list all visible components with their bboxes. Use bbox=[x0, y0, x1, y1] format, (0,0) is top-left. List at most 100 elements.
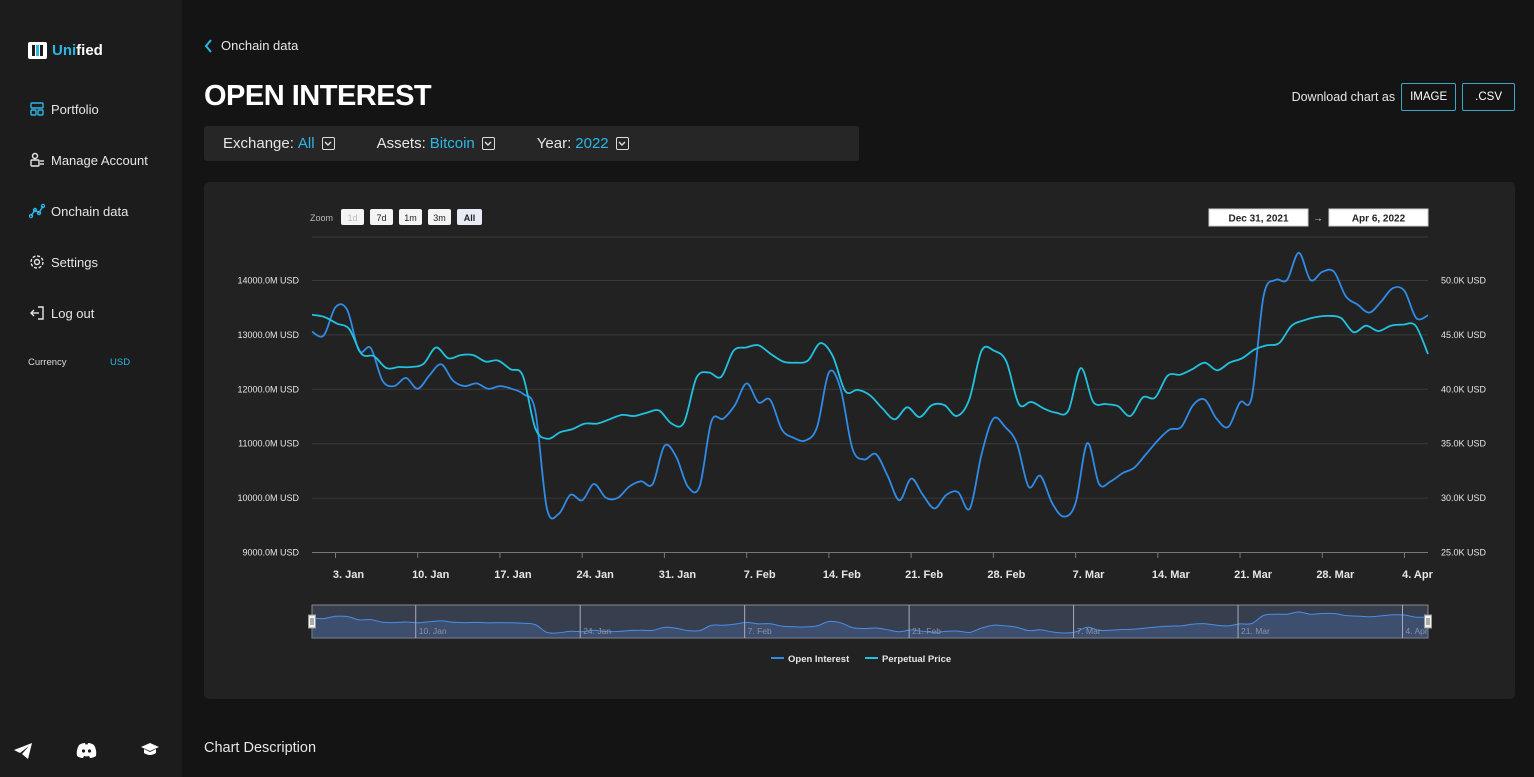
legend-item-perpetual-price[interactable]: Perpetual Price bbox=[865, 654, 951, 665]
year-filter[interactable]: Year: 2022 bbox=[537, 135, 629, 152]
x-tick-label: 3. Jan bbox=[333, 569, 364, 581]
x-tick-label: 10. Jan bbox=[412, 569, 450, 581]
sidebar-item-label: Portfolio bbox=[51, 101, 99, 117]
assets-filter-value: Bitcoin bbox=[429, 135, 475, 152]
sidebar-item-label: Manage Account bbox=[51, 152, 148, 168]
x-tick-label: 17. Jan bbox=[494, 569, 532, 581]
y-right-tick-label: 40.0K USD bbox=[1441, 384, 1487, 394]
x-tick-label: 14. Feb bbox=[823, 569, 861, 581]
zoom-button-label: 1m bbox=[404, 213, 417, 223]
chevron-down-icon bbox=[615, 137, 629, 150]
range-to-input[interactable]: Apr 6, 2022 bbox=[1328, 208, 1429, 227]
sidebar-item-portfolio[interactable]: Portfolio bbox=[29, 101, 99, 117]
y-right-tick-label: 35.0K USD bbox=[1441, 439, 1487, 449]
range-from-input-text: Dec 31, 2021 bbox=[1228, 214, 1288, 225]
handle-box bbox=[1424, 614, 1432, 629]
chart-card: 9000.0M USD 10000.0M USD 11000.0M USD 12000… bbox=[204, 182, 1515, 699]
zoom-button-1m[interactable]: 1m bbox=[399, 209, 422, 225]
x-tick-label: 21. Mar bbox=[1234, 569, 1273, 581]
sidebar-item-onchain-data[interactable]: Onchain data bbox=[29, 203, 128, 219]
zoom-label: Zoom bbox=[310, 213, 333, 223]
logout-icon bbox=[30, 306, 44, 320]
chevron-down-icon bbox=[321, 137, 335, 150]
x-tick-label: 4. Apr bbox=[1402, 569, 1433, 581]
range-to-input-text: Apr 6, 2022 bbox=[1352, 214, 1406, 225]
currency-selector[interactable]: USD bbox=[110, 357, 130, 368]
sidebar-item-log-out[interactable]: Log out bbox=[29, 305, 94, 321]
year-filter-value: 2022 bbox=[575, 135, 609, 152]
navigator-handle-right[interactable] bbox=[1424, 614, 1432, 629]
download-csv-button[interactable]: .CSV bbox=[1462, 83, 1515, 111]
sidebar-item-label: Log out bbox=[51, 305, 95, 321]
x-tick-label: 24. Jan bbox=[577, 569, 615, 581]
portfolio-icon bbox=[30, 102, 44, 116]
docs-icon[interactable] bbox=[140, 742, 160, 758]
navigator-label: 7. Mar bbox=[1077, 626, 1101, 636]
x-tick-label: 14. Mar bbox=[1152, 569, 1191, 581]
y-left-tick-label: 14000.0M USD bbox=[237, 276, 299, 286]
exchange-filter[interactable]: Exchange: All bbox=[223, 135, 335, 152]
y-left-tick-label: 13000.0M USD bbox=[237, 330, 299, 340]
navigator-label: 21. Mar bbox=[1241, 626, 1270, 636]
assets-filter-label: Assets: bbox=[376, 135, 426, 152]
sidebar-item-manage-account[interactable]: Manage Account bbox=[29, 152, 148, 168]
navigator-label: 21. Feb bbox=[912, 626, 941, 636]
x-tick-label: 7. Feb bbox=[744, 569, 776, 581]
zoom-button-label: 7d bbox=[376, 213, 386, 223]
series-line-open-interest bbox=[311, 251, 1429, 520]
discord-icon[interactable] bbox=[76, 742, 97, 759]
logo-icon bbox=[28, 42, 47, 59]
navigator-handle-left[interactable] bbox=[308, 614, 316, 629]
y-left-tick-label: 12000.0M USD bbox=[237, 384, 299, 394]
y-right-tick-label: 25.0K USD bbox=[1441, 548, 1487, 558]
year-filter-label: Year: bbox=[536, 135, 572, 152]
zoom-button-3m[interactable]: 3m bbox=[428, 209, 451, 225]
exchange-filter-value: All bbox=[297, 135, 315, 152]
download-label: Download chart as bbox=[1291, 90, 1396, 104]
page-title: OPEN INTEREST bbox=[204, 80, 432, 112]
back-link[interactable]: Onchain data bbox=[204, 38, 298, 53]
x-tick-label: 7. Mar bbox=[1073, 569, 1106, 581]
currency-label: Currency bbox=[28, 357, 67, 368]
x-tick-label: 28. Mar bbox=[1316, 569, 1355, 581]
navigator-label: 24. Jan bbox=[583, 626, 611, 636]
zoom-button-label: All bbox=[464, 213, 476, 223]
series-line-perpetual-price bbox=[311, 313, 1429, 440]
chart-description-heading: Chart Description bbox=[204, 740, 317, 756]
x-tick-label: 31. Jan bbox=[659, 569, 697, 581]
y-right-tick-label: 45.0K USD bbox=[1441, 330, 1487, 340]
telegram-icon[interactable] bbox=[13, 742, 33, 760]
legend-label: Perpetual Price bbox=[882, 654, 951, 665]
x-tick-label: 21. Feb bbox=[905, 569, 943, 581]
zoom-button-1d: 1d bbox=[341, 209, 364, 225]
sidebar-item-label: Onchain data bbox=[51, 203, 129, 219]
y-left-tick-label: 11000.0M USD bbox=[238, 439, 299, 449]
zoom-button-All[interactable]: All bbox=[457, 209, 482, 225]
y-right-tick-label: 50.0K USD bbox=[1441, 276, 1487, 286]
onchain-icon bbox=[29, 203, 45, 219]
zoom-button-label: 1d bbox=[347, 213, 357, 223]
back-link-label: Onchain data bbox=[221, 38, 299, 53]
navigator-label: 7. Feb bbox=[748, 626, 772, 636]
chevron-left-icon bbox=[204, 38, 212, 53]
range-from-input[interactable]: Dec 31, 2021 bbox=[1208, 208, 1309, 227]
legend-item-open-interest[interactable]: Open Interest bbox=[771, 654, 850, 665]
filter-bar: Exchange: All Assets: Bitcoin Year: 2022 bbox=[204, 126, 859, 161]
exchange-filter-label: Exchange: bbox=[223, 135, 294, 152]
sidebar-item-label: Settings bbox=[51, 254, 98, 270]
range-arrow: → bbox=[1313, 214, 1323, 225]
logo-text: Unified bbox=[52, 42, 103, 59]
legend-label: Open Interest bbox=[788, 654, 850, 665]
sidebar-item-settings[interactable]: Settings bbox=[29, 254, 98, 270]
assets-filter[interactable]: Assets: Bitcoin bbox=[377, 135, 495, 152]
open-interest-chart: 9000.0M USD 10000.0M USD 11000.0M USD 12000… bbox=[237, 208, 1487, 665]
y-left-tick-label: 9000.0M USD bbox=[242, 548, 299, 558]
sidebar: Unified Portfolio Manage Account Onchain… bbox=[0, 0, 182, 777]
x-tick-label: 28. Feb bbox=[987, 569, 1025, 581]
gear-icon bbox=[30, 255, 44, 269]
download-image-button[interactable]: IMAGE bbox=[1401, 83, 1457, 111]
zoom-button-label: 3m bbox=[433, 213, 446, 223]
logo[interactable]: Unified bbox=[28, 42, 103, 59]
y-left-tick-label: 10000.0M USD bbox=[237, 493, 299, 503]
zoom-button-7d[interactable]: 7d bbox=[370, 209, 393, 225]
